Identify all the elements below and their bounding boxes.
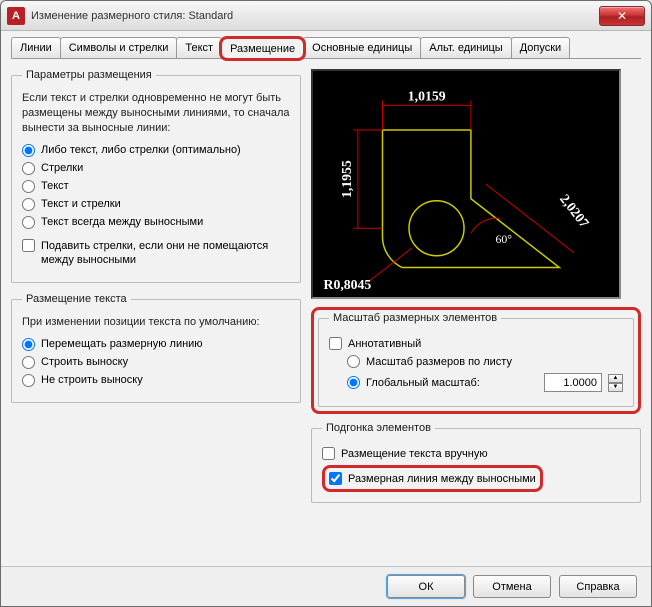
fit-option-text[interactable]: Текст	[22, 180, 290, 193]
text-placement-title: Размещение текста	[22, 293, 131, 305]
global-scale-input[interactable]	[544, 373, 602, 392]
tab-alt-units[interactable]: Альт. единицы	[420, 37, 511, 58]
tab-primary-units[interactable]: Основные единицы	[303, 37, 421, 58]
suppress-arrows-label: Подавить стрелки, если они не помещаются…	[41, 239, 290, 268]
tab-text[interactable]: Текст	[176, 37, 222, 58]
preview-dim-angle: 60°	[495, 232, 512, 246]
tp-move-dimline-radio[interactable]	[22, 338, 35, 351]
fit-options-description: Если текст и стрелки одновременно не мог…	[22, 91, 290, 136]
fit-option-text-radio[interactable]	[22, 180, 35, 193]
fit-option-text-label: Текст	[41, 180, 69, 192]
autocad-app-icon: A	[7, 7, 25, 25]
fine-tuning-group: Подгонка элементов Размещение текста вру…	[311, 422, 641, 503]
scale-global-label: Глобальный масштаб:	[366, 377, 480, 389]
fit-option-always-label: Текст всегда между выносными	[41, 216, 203, 228]
scale-layout-radio[interactable]	[347, 355, 360, 368]
window-title: Изменение размерного стиля: Standard	[31, 10, 599, 22]
tp-leader-radio[interactable]	[22, 356, 35, 369]
scale-highlight: Масштаб размерных элементов Аннотативный…	[311, 307, 641, 414]
annotative-check[interactable]: Аннотативный	[329, 337, 623, 350]
fit-options-group: Параметры размещения Если текст и стрелк…	[11, 69, 301, 283]
dialog-footer: ОК Отмена Справка	[1, 566, 651, 606]
text-placement-group: Размещение текста При изменении позиции …	[11, 293, 301, 403]
spinner-down-button[interactable]: ▼	[608, 383, 623, 392]
dimline-between-check[interactable]: Размерная линия между выносными	[329, 472, 536, 485]
titlebar: A Изменение размерного стиля: Standard ✕	[1, 1, 651, 31]
global-scale-spinner: ▲ ▼	[608, 374, 623, 392]
ok-button[interactable]: ОК	[387, 575, 465, 598]
tp-move-dimline[interactable]: Перемещать размерную линию	[22, 338, 290, 351]
text-placement-description: При изменении позиции текста по умолчани…	[22, 315, 290, 330]
manual-placement-checkbox[interactable]	[322, 447, 335, 460]
scale-global-radio[interactable]	[347, 376, 360, 389]
fit-option-either-radio[interactable]	[22, 144, 35, 157]
tab-tolerances[interactable]: Допуски	[511, 37, 570, 58]
tp-no-leader-label: Не строить выноску	[41, 374, 143, 386]
dimline-highlight: Размерная линия между выносными	[322, 465, 543, 492]
fit-option-always[interactable]: Текст всегда между выносными	[22, 216, 290, 229]
tab-fit[interactable]: Размещение	[221, 38, 304, 59]
tp-no-leader[interactable]: Не строить выноску	[22, 374, 290, 387]
close-button[interactable]: ✕	[599, 6, 645, 26]
cancel-button[interactable]: Отмена	[473, 575, 551, 598]
preview-dim-right: 2,0207	[557, 191, 592, 230]
tab-strip: Линии Символы и стрелки Текст Размещение…	[11, 37, 641, 59]
preview-dim-left: 1,1955	[339, 160, 354, 198]
scale-group: Масштаб размерных элементов Аннотативный…	[318, 312, 634, 407]
tab-lines[interactable]: Линии	[11, 37, 61, 58]
tab-symbols-arrows[interactable]: Символы и стрелки	[60, 37, 178, 58]
fit-options-title: Параметры размещения	[22, 69, 156, 81]
annotative-label: Аннотативный	[348, 338, 421, 350]
fit-option-either[interactable]: Либо текст, либо стрелки (оптимально)	[22, 144, 290, 157]
suppress-arrows-checkbox[interactable]	[22, 239, 35, 252]
tp-leader[interactable]: Строить выноску	[22, 356, 290, 369]
preview-dim-top: 1,0159	[408, 88, 446, 103]
dimline-between-checkbox[interactable]	[329, 472, 342, 485]
tp-leader-label: Строить выноску	[41, 356, 128, 368]
manual-placement-label: Размещение текста вручную	[341, 448, 488, 460]
help-button[interactable]: Справка	[559, 575, 637, 598]
dialog-content: Линии Символы и стрелки Текст Размещение…	[1, 31, 651, 566]
dimension-preview: 1,0159 1,1955 2,0207 60° R0,8045	[311, 69, 621, 299]
fit-option-both-radio[interactable]	[22, 198, 35, 211]
fit-option-arrows-label: Стрелки	[41, 162, 83, 174]
scale-global[interactable]: Глобальный масштаб:	[347, 376, 480, 389]
fit-option-arrows[interactable]: Стрелки	[22, 162, 290, 175]
dimline-between-label: Размерная линия между выносными	[348, 473, 536, 485]
scale-layout-label: Масштаб размеров по листу	[366, 356, 512, 368]
annotative-checkbox[interactable]	[329, 337, 342, 350]
fit-option-arrows-radio[interactable]	[22, 162, 35, 175]
spinner-up-button[interactable]: ▲	[608, 374, 623, 383]
preview-dim-radius: R0,8045	[324, 277, 372, 292]
tp-move-dimline-label: Перемещать размерную линию	[41, 338, 203, 350]
scale-layout[interactable]: Масштаб размеров по листу	[347, 355, 623, 368]
scale-title: Масштаб размерных элементов	[329, 312, 501, 324]
suppress-arrows-check[interactable]: Подавить стрелки, если они не помещаются…	[22, 239, 290, 268]
fit-option-either-label: Либо текст, либо стрелки (оптимально)	[41, 144, 241, 156]
fit-option-both-label: Текст и стрелки	[41, 198, 121, 210]
dialog-window: A Изменение размерного стиля: Standard ✕…	[0, 0, 652, 607]
fit-panel: Параметры размещения Если текст и стрелк…	[11, 61, 641, 513]
fine-tuning-title: Подгонка элементов	[322, 422, 435, 434]
fit-option-both[interactable]: Текст и стрелки	[22, 198, 290, 211]
manual-placement-check[interactable]: Размещение текста вручную	[322, 447, 630, 460]
close-icon: ✕	[617, 9, 627, 23]
fit-option-always-radio[interactable]	[22, 216, 35, 229]
tp-no-leader-radio[interactable]	[22, 374, 35, 387]
